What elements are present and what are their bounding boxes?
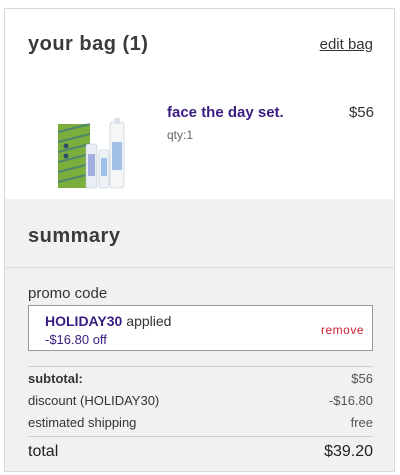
divider bbox=[28, 436, 373, 437]
shipping-value: free bbox=[350, 415, 373, 430]
shipping-row: estimated shipping free bbox=[28, 415, 373, 430]
promo-code-box: HOLIDAY30 applied -$16.80 off remove bbox=[28, 305, 373, 351]
summary-section: summary promo code HOLIDAY30 applied -$16… bbox=[5, 199, 394, 471]
promo-code-value: HOLIDAY30 applied bbox=[45, 313, 171, 329]
bag-panel: your bag (1) edit bag face the day set. … bbox=[4, 8, 395, 472]
divider bbox=[28, 366, 373, 367]
discount-label: discount (HOLIDAY30) bbox=[28, 393, 160, 408]
bag-header: your bag (1) edit bag bbox=[28, 33, 373, 56]
promo-discount: -$16.80 off bbox=[45, 332, 107, 347]
promo-code-label: promo code bbox=[28, 285, 108, 302]
promo-status: applied bbox=[126, 313, 172, 329]
product-set-image[interactable] bbox=[52, 116, 132, 196]
product-name[interactable]: face the day set. bbox=[167, 104, 284, 121]
subtotal-row: subtotal: $56 bbox=[28, 371, 373, 386]
shipping-label: estimated shipping bbox=[28, 415, 137, 430]
product-price: $56 bbox=[348, 104, 374, 121]
discount-value: -$16.80 bbox=[328, 393, 373, 408]
total-label: total bbox=[28, 443, 59, 460]
total-value: $39.20 bbox=[324, 443, 373, 460]
bag-item: face the day set. $56 qty:1 bbox=[52, 104, 374, 204]
discount-row: discount (HOLIDAY30) -$16.80 bbox=[28, 393, 373, 408]
remove-promo-button[interactable]: remove bbox=[321, 323, 364, 337]
subtotal-label: subtotal: bbox=[28, 371, 83, 386]
product-qty: qty:1 bbox=[167, 128, 194, 142]
promo-code-text: HOLIDAY30 bbox=[45, 313, 123, 329]
edit-bag-link[interactable]: edit bag bbox=[320, 36, 373, 53]
divider bbox=[5, 267, 394, 268]
summary-title: summary bbox=[28, 225, 121, 247]
bag-title: your bag (1) bbox=[28, 33, 149, 55]
total-row: total $39.20 bbox=[28, 443, 373, 461]
subtotal-value: $56 bbox=[351, 371, 373, 386]
